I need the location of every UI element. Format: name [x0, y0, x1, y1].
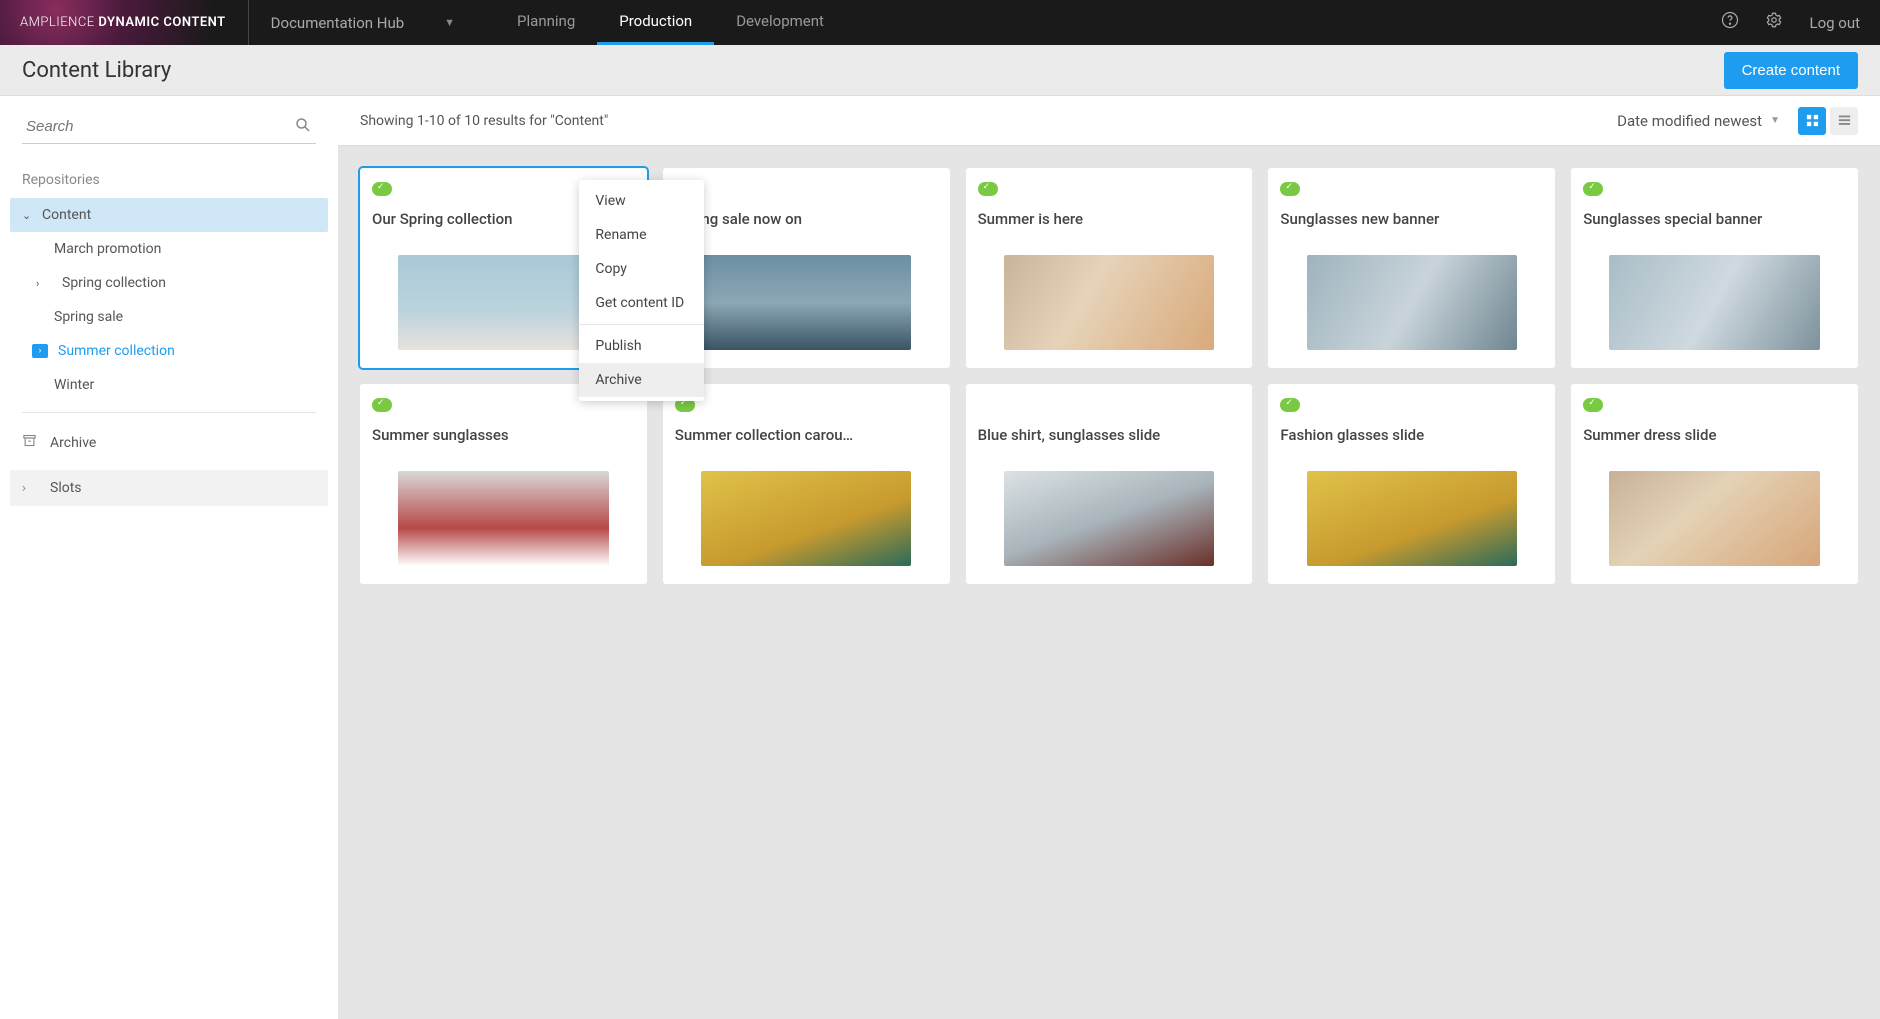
subheader: Content Library Create content: [0, 45, 1880, 95]
create-content-button[interactable]: Create content: [1724, 52, 1858, 89]
chevron-down-icon: ▼: [1770, 115, 1780, 126]
tab-planning[interactable]: Planning: [495, 0, 597, 45]
content-grid: •••Our Spring collectionSpring sale now …: [338, 146, 1880, 606]
nav-tabs: Planning Production Development: [495, 0, 846, 45]
folder-march-promotion[interactable]: March promotion: [10, 232, 328, 266]
menu-item-archive[interactable]: Archive: [579, 363, 704, 397]
card-thumbnail: [978, 462, 1241, 574]
status-badge-icon: [372, 182, 392, 196]
page-title: Content Library: [22, 58, 171, 83]
help-icon[interactable]: [1721, 11, 1739, 34]
status-badge-icon: [1280, 398, 1300, 412]
top-right-controls: Log out: [1721, 11, 1860, 34]
content-card[interactable]: Sunglasses special banner: [1571, 168, 1858, 368]
repo-content[interactable]: ⌄ Content: [10, 198, 328, 232]
grid-view-button[interactable]: [1798, 107, 1826, 135]
status-badge-icon: [1583, 182, 1603, 196]
card-title: Sunglasses special banner: [1583, 210, 1846, 228]
content-card[interactable]: Summer sunglasses: [360, 384, 647, 584]
card-thumbnail: [1583, 462, 1846, 574]
card-title: Summer sunglasses: [372, 426, 635, 444]
card-title: Fashion glasses slide: [1280, 426, 1543, 444]
chevron-right-icon: ›: [22, 481, 36, 496]
card-thumbnail: [1280, 246, 1543, 358]
content-card[interactable]: Blue shirt, sunglasses slide: [966, 384, 1253, 584]
content-card[interactable]: Summer dress slide: [1571, 384, 1858, 584]
card-title: Summer is here: [978, 210, 1241, 228]
card-thumbnail: [1583, 246, 1846, 358]
content-area: Showing 1-10 of 10 results for "Content"…: [338, 96, 1880, 1019]
sort-label: Date modified newest: [1617, 112, 1762, 130]
content-card[interactable]: Fashion glasses slide: [1268, 384, 1555, 584]
search-input[interactable]: [22, 110, 316, 143]
menu-item-rename[interactable]: Rename: [579, 218, 704, 252]
brand-suffix: DYNAMIC CONTENT: [98, 15, 225, 30]
divider: [248, 0, 249, 45]
slots-link[interactable]: › Slots: [10, 470, 328, 506]
card-thumbnail: [675, 462, 938, 574]
status-badge-icon: [372, 398, 392, 412]
brand-logo: AMPLIENCE DYNAMIC CONTENT: [20, 15, 226, 30]
content-card[interactable]: Summer is here: [966, 168, 1253, 368]
status-badge-icon: [1280, 182, 1300, 196]
folder-winter[interactable]: Winter: [10, 368, 328, 402]
card-title: Blue shirt, sunglasses slide: [978, 426, 1241, 444]
divider: [579, 324, 704, 325]
hub-dropdown-label: Documentation Hub: [271, 14, 404, 32]
chevron-down-icon: ▼: [444, 16, 455, 29]
chevron-right-icon: ›: [36, 277, 46, 290]
archive-link[interactable]: Archive: [10, 423, 328, 462]
content-toolbar: Showing 1-10 of 10 results for "Content"…: [338, 96, 1880, 146]
menu-item-copy[interactable]: Copy: [579, 252, 704, 286]
card-thumbnail: [372, 462, 635, 574]
folder-summer-collection[interactable]: › Summer collection: [10, 334, 328, 368]
brand-prefix: AMPLIENCE: [20, 15, 95, 30]
top-nav: AMPLIENCE DYNAMIC CONTENT Documentation …: [0, 0, 1880, 45]
results-summary: Showing 1-10 of 10 results for "Content": [360, 113, 608, 129]
card-thumbnail: [675, 246, 938, 358]
repo-content-label: Content: [42, 207, 91, 223]
folder-active-icon: ›: [32, 344, 48, 358]
hub-dropdown[interactable]: Documentation Hub ▼: [271, 14, 455, 32]
folder-spring-collection[interactable]: › Spring collection: [10, 266, 328, 300]
folder-label: Winter: [54, 377, 94, 393]
archive-icon: [22, 433, 36, 452]
card-title: Sunglasses new banner: [1280, 210, 1543, 228]
status-badge-icon: [978, 182, 998, 196]
archive-label: Archive: [50, 435, 96, 451]
status-badge-icon: [1583, 398, 1603, 412]
content-card[interactable]: Sunglasses new banner: [1268, 168, 1555, 368]
menu-item-view[interactable]: View: [579, 184, 704, 218]
folder-label: Spring collection: [62, 275, 166, 291]
content-card[interactable]: Spring sale now on: [663, 168, 950, 368]
menu-item-get-content-id[interactable]: Get content ID: [579, 286, 704, 320]
logout-link[interactable]: Log out: [1809, 14, 1860, 32]
folder-spring-sale[interactable]: Spring sale: [10, 300, 328, 334]
tab-development[interactable]: Development: [714, 0, 846, 45]
sidebar: Repositories ⌄ Content March promotion ›…: [0, 96, 338, 1019]
search-icon[interactable]: [294, 116, 312, 138]
divider: [22, 412, 316, 413]
content-card[interactable]: Summer collection carou…: [663, 384, 950, 584]
card-title: Spring sale now on: [675, 210, 938, 228]
slots-label: Slots: [50, 480, 82, 496]
gear-icon[interactable]: [1765, 11, 1783, 34]
card-thumbnail: [978, 246, 1241, 358]
card-title: Summer collection carou…: [675, 426, 938, 444]
repositories-label: Repositories: [10, 166, 328, 198]
list-view-button[interactable]: [1830, 107, 1858, 135]
chevron-down-icon: ⌄: [22, 209, 32, 222]
folder-label: March promotion: [54, 241, 161, 257]
context-menu: ViewRenameCopyGet content ID PublishArchi…: [579, 180, 704, 401]
search-wrap: [22, 110, 316, 144]
view-toggle: [1798, 107, 1858, 135]
folder-label: Summer collection: [58, 343, 175, 359]
tab-production[interactable]: Production: [597, 0, 714, 45]
main-layout: Repositories ⌄ Content March promotion ›…: [0, 95, 1880, 1019]
card-title: Summer dress slide: [1583, 426, 1846, 444]
card-thumbnail: [1280, 462, 1543, 574]
sort-dropdown[interactable]: Date modified newest ▼: [1617, 112, 1780, 130]
folder-label: Spring sale: [54, 309, 123, 325]
menu-item-publish[interactable]: Publish: [579, 329, 704, 363]
